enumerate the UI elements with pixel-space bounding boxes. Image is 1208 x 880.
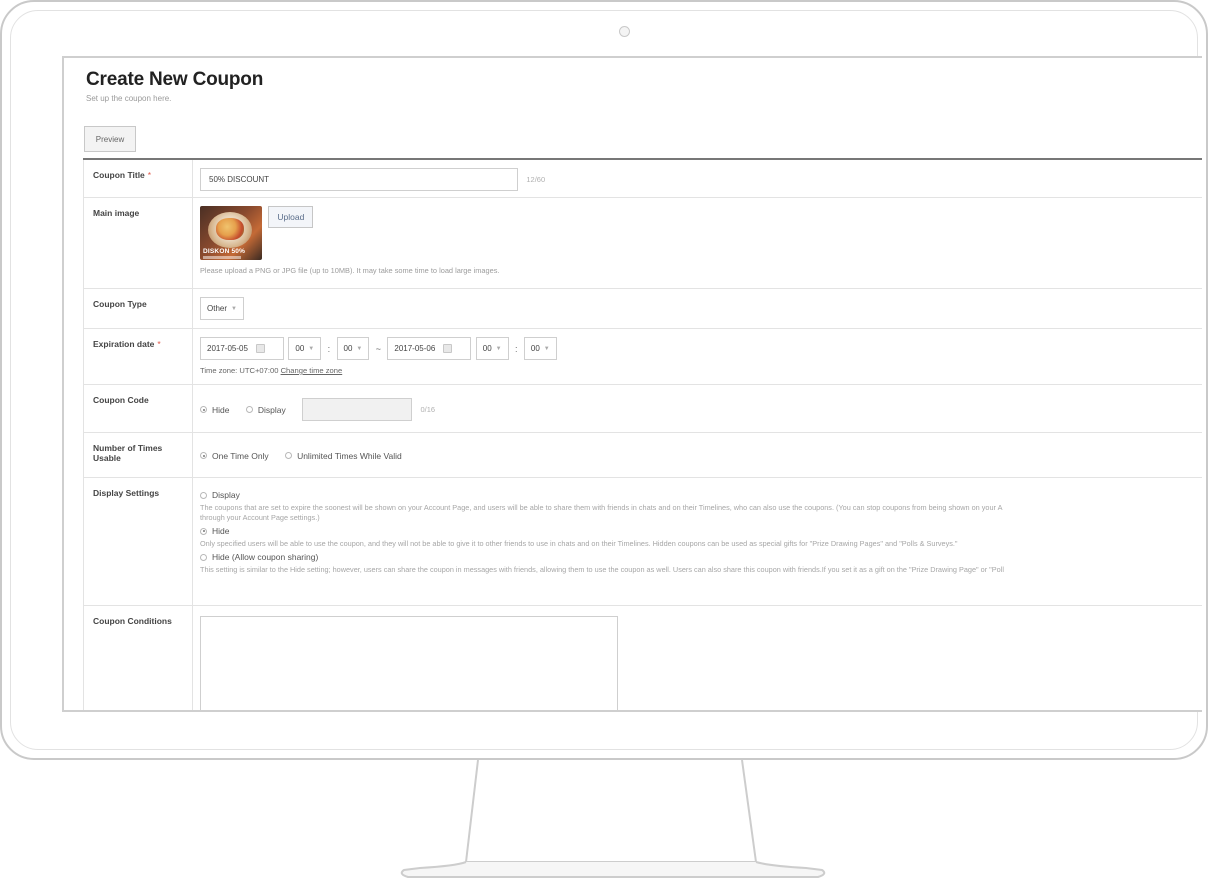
page-title: Create New Coupon [86, 69, 264, 90]
label-expiration: Expiration date * [83, 329, 193, 384]
radio-selected-icon [200, 452, 207, 460]
start-hour-value: 00 [295, 344, 305, 353]
label-text: Expiration date [93, 339, 155, 349]
change-timezone-link[interactable]: Change time zone [281, 366, 343, 375]
required-mark: * [157, 339, 161, 349]
row-coupon-code: Coupon Code Hide Display 0/16 [83, 385, 1202, 433]
pasta-shape [216, 218, 244, 240]
start-minute-select[interactable]: 00 ▼ [336, 337, 370, 360]
label-coupon-code: Coupon Code [83, 385, 193, 432]
preview-button[interactable]: Preview [84, 126, 136, 152]
hide-share-option-description: This setting is similar to the Hide sett… [200, 565, 1004, 574]
label-coupon-title: Coupon Title * [83, 160, 193, 197]
image-help-text: Please upload a PNG or JPG file (up to 1… [200, 266, 500, 275]
radio-selected-icon [200, 527, 207, 535]
coupon-conditions-textarea[interactable] [200, 616, 618, 710]
display-option-description-2: through your Account Page settings.) [200, 513, 320, 522]
coupon-type-select[interactable]: Other ▼ [200, 297, 244, 320]
required-mark: * [147, 170, 152, 180]
row-times-usable: Number of Times Usable One Time Only Unl… [83, 433, 1202, 478]
end-date-input[interactable]: 2017-05-06 [387, 337, 472, 360]
label-times-usable: Number of Times Usable [83, 433, 193, 477]
radio-selected-icon [200, 406, 207, 413]
row-display-settings: Display Settings Display The coupons tha… [83, 478, 1202, 606]
end-minute-value: 00 [530, 344, 540, 353]
row-coupon-title: Coupon Title * 50% DISCOUNT 12/60 [83, 160, 1202, 198]
start-date-value: 2017-05-05 [207, 344, 248, 353]
calendar-icon[interactable] [255, 344, 265, 353]
monitor-frame: Create New Coupon Set up the coupon here… [0, 0, 1208, 760]
coupon-title-input[interactable]: 50% DISCOUNT [200, 168, 518, 191]
code-hide-radio[interactable]: Hide [200, 405, 229, 415]
coupon-form: Coupon Title * 50% DISCOUNT 12/60 Main im… [83, 158, 1202, 710]
thumbnail-text: DISKON 50% [203, 248, 246, 255]
value-times-usable: One Time Only Unlimited Times While Vali… [193, 433, 1202, 477]
display-option-description: The coupons that are set to expire the s… [200, 503, 1003, 512]
label-coupon-type: Coupon Type [83, 289, 193, 328]
radio-icon [200, 491, 207, 499]
value-coupon-title: 50% DISCOUNT 12/60 [193, 160, 1202, 197]
range-separator: ~ [375, 343, 381, 354]
calendar-icon[interactable] [443, 344, 453, 353]
display-option-label: Display [212, 490, 240, 500]
label-text: Coupon Title [93, 170, 145, 180]
start-date-input[interactable]: 2017-05-05 [200, 337, 284, 360]
row-main-image: Main image DISKON 50% Upload Please uplo… [83, 198, 1202, 289]
row-expiration: Expiration date * 2017-05-05 00 ▼ : 00 ▼ ~ … [83, 329, 1202, 385]
radio-icon [285, 452, 293, 460]
end-hour-value: 00 [482, 344, 492, 353]
label-coupon-conditions: Coupon Conditions [83, 606, 193, 710]
time-separator: : [327, 343, 331, 354]
end-minute-select[interactable]: 00 ▼ [523, 337, 557, 360]
code-hide-label: Hide [212, 404, 230, 415]
label-main-image: Main image [83, 198, 193, 288]
chevron-down-icon: ▼ [308, 345, 315, 352]
value-coupon-type: Other ▼ [193, 289, 1202, 328]
label-display-settings: Display Settings [83, 478, 193, 605]
hide-option-label: Hide [212, 526, 230, 536]
camera-icon [619, 26, 630, 37]
usage-once-radio[interactable]: One Time Only [200, 451, 269, 461]
end-date-value: 2017-05-06 [394, 344, 436, 353]
radio-icon [200, 553, 207, 561]
hide-option-description: Only specified users will be able to use… [200, 539, 958, 548]
chevron-down-icon: ▼ [543, 345, 550, 352]
value-display-settings: Display The coupons that are set to expi… [193, 478, 1202, 605]
value-main-image: DISKON 50% Upload Please upload a PNG or… [193, 198, 1202, 288]
start-minute-value: 00 [343, 344, 353, 353]
hide-share-option-label: Hide (Allow coupon sharing) [212, 552, 319, 562]
page-subtitle: Set up the coupon here. [86, 94, 172, 103]
time-separator: : [514, 343, 518, 354]
display-option-radio[interactable]: Display [200, 490, 1192, 500]
upload-button[interactable]: Upload [268, 206, 314, 228]
hide-share-option-radio[interactable]: Hide (Allow coupon sharing) [200, 552, 1192, 562]
screen: Create New Coupon Set up the coupon here… [62, 56, 1202, 712]
usage-once-label: One Time Only [212, 450, 269, 461]
coupon-title-counter: 12/60 [526, 174, 546, 184]
radio-icon [245, 406, 253, 413]
chevron-down-icon: ▼ [231, 305, 237, 312]
value-expiration: 2017-05-05 00 ▼ : 00 ▼ ~ 2017-05-06 00 ▼ : … [193, 329, 1202, 384]
code-display-radio[interactable]: Display [245, 404, 286, 415]
hide-option-radio[interactable]: Hide [200, 526, 1192, 536]
row-coupon-conditions: Coupon Conditions [83, 606, 1202, 710]
coupon-code-input [302, 398, 413, 421]
timezone-label: Time zone: UTC+07:00 [200, 366, 279, 375]
thumbnail-bar [203, 256, 241, 259]
row-coupon-type: Coupon Type Other ▼ [83, 289, 1202, 329]
usage-unlimited-radio[interactable]: Unlimited Times While Valid [285, 451, 402, 461]
chevron-down-icon: ▼ [356, 345, 363, 352]
coupon-code-counter: 0/16 [420, 404, 436, 414]
end-hour-select[interactable]: 00 ▼ [475, 337, 509, 360]
code-display-label: Display [257, 404, 286, 415]
usage-unlimited-label: Unlimited Times While Valid [297, 450, 402, 461]
timezone-line: Time zone: UTC+07:00 Change time zone [200, 366, 1202, 375]
value-coupon-code: Hide Display 0/16 [193, 385, 1202, 432]
coupon-image-thumbnail: DISKON 50% [200, 206, 262, 260]
coupon-type-value: Other [207, 304, 228, 313]
value-coupon-conditions [193, 606, 1202, 710]
chevron-down-icon: ▼ [495, 345, 502, 352]
start-hour-select[interactable]: 00 ▼ [288, 337, 322, 360]
